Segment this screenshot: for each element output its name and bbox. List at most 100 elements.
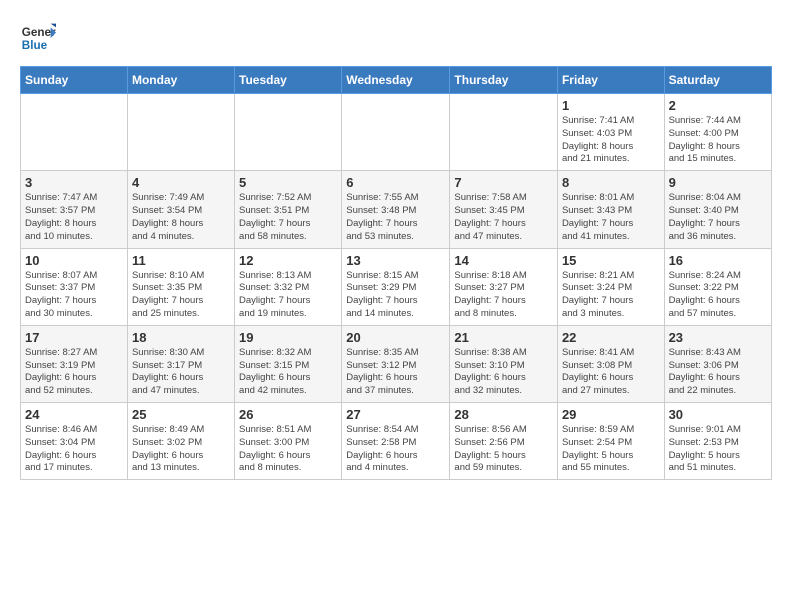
day-info: Sunrise: 8:30 AM Sunset: 3:17 PM Dayligh… — [132, 347, 230, 398]
day-number: 8 — [562, 175, 660, 190]
day-number: 9 — [669, 175, 767, 190]
day-number: 28 — [454, 407, 553, 422]
day-info: Sunrise: 8:27 AM Sunset: 3:19 PM Dayligh… — [25, 347, 123, 398]
day-cell: 8 Sunrise: 8:01 AM Sunset: 3:43 PM Daylig… — [557, 171, 664, 248]
day-number: 5 — [239, 175, 337, 190]
day-number: 30 — [669, 407, 767, 422]
day-number: 20 — [346, 330, 445, 345]
day-info: Sunrise: 8:21 AM Sunset: 3:24 PM Dayligh… — [562, 270, 660, 321]
day-info: Sunrise: 8:10 AM Sunset: 3:35 PM Dayligh… — [132, 270, 230, 321]
day-cell: 12 Sunrise: 8:13 AM Sunset: 3:32 PM Dayli… — [235, 248, 342, 325]
day-cell: 30 Sunrise: 9:01 AM Sunset: 2:53 PM Dayli… — [664, 403, 771, 480]
day-cell: 9 Sunrise: 8:04 AM Sunset: 3:40 PM Daylig… — [664, 171, 771, 248]
week-row-2: 3 Sunrise: 7:47 AM Sunset: 3:57 PM Daylig… — [21, 171, 772, 248]
day-number: 1 — [562, 98, 660, 113]
day-number: 12 — [239, 253, 337, 268]
day-info: Sunrise: 8:13 AM Sunset: 3:32 PM Dayligh… — [239, 270, 337, 321]
day-cell: 7 Sunrise: 7:58 AM Sunset: 3:45 PM Daylig… — [450, 171, 558, 248]
day-number: 3 — [25, 175, 123, 190]
day-info: Sunrise: 8:56 AM Sunset: 2:56 PM Dayligh… — [454, 424, 553, 475]
day-cell: 10Sunrise: 8:07 AM Sunset: 3:37 PM Dayli… — [21, 248, 128, 325]
day-info: Sunrise: 8:59 AM Sunset: 2:54 PM Dayligh… — [562, 424, 660, 475]
day-cell: 14 Sunrise: 8:18 AM Sunset: 3:27 PM Dayli… — [450, 248, 558, 325]
day-number: 27 — [346, 407, 445, 422]
logo-icon: General Blue — [20, 20, 56, 56]
day-info: Sunrise: 9:01 AM Sunset: 2:53 PM Dayligh… — [669, 424, 767, 475]
day-number: 23 — [669, 330, 767, 345]
day-cell: 13 Sunrise: 8:15 AM Sunset: 3:29 PM Dayli… — [342, 248, 450, 325]
day-info: Sunrise: 7:41 AM Sunset: 4:03 PM Dayligh… — [562, 115, 660, 166]
day-number: 17 — [25, 330, 123, 345]
week-row-1: 1 Sunrise: 7:41 AM Sunset: 4:03 PM Daylig… — [21, 94, 772, 171]
day-cell: 6 Sunrise: 7:55 AM Sunset: 3:48 PM Daylig… — [342, 171, 450, 248]
week-row-4: 17 Sunrise: 8:27 AM Sunset: 3:19 PM Dayli… — [21, 325, 772, 402]
day-number: 4 — [132, 175, 230, 190]
day-info: Sunrise: 8:15 AM Sunset: 3:29 PM Dayligh… — [346, 270, 445, 321]
day-info: Sunrise: 8:18 AM Sunset: 3:27 PM Dayligh… — [454, 270, 553, 321]
weekday-header-sunday: Sunday — [21, 67, 128, 94]
day-cell: 20 Sunrise: 8:35 AM Sunset: 3:12 PM Dayli… — [342, 325, 450, 402]
day-info: Sunrise: 7:49 AM Sunset: 3:54 PM Dayligh… — [132, 192, 230, 243]
weekday-header-thursday: Thursday — [450, 67, 558, 94]
day-info: Sunrise: 8:24 AM Sunset: 3:22 PM Dayligh… — [669, 270, 767, 321]
weekday-header-monday: Monday — [127, 67, 234, 94]
weekday-header-saturday: Saturday — [664, 67, 771, 94]
day-cell: 3 Sunrise: 7:47 AM Sunset: 3:57 PM Daylig… — [21, 171, 128, 248]
week-row-3: 10Sunrise: 8:07 AM Sunset: 3:37 PM Dayli… — [21, 248, 772, 325]
calendar-table: SundayMondayTuesdayWednesdayThursdayFrid… — [20, 66, 772, 480]
day-info: Sunrise: 8:54 AM Sunset: 2:58 PM Dayligh… — [346, 424, 445, 475]
day-cell: 24Sunrise: 8:46 AM Sunset: 3:04 PM Dayli… — [21, 403, 128, 480]
day-number: 25 — [132, 407, 230, 422]
day-number: 29 — [562, 407, 660, 422]
logo: General Blue — [20, 20, 56, 56]
day-number: 26 — [239, 407, 337, 422]
day-cell: 1 Sunrise: 7:41 AM Sunset: 4:03 PM Daylig… — [557, 94, 664, 171]
svg-text:Blue: Blue — [22, 39, 48, 52]
day-cell: 29 Sunrise: 8:59 AM Sunset: 2:54 PM Dayli… — [557, 403, 664, 480]
day-cell: 17 Sunrise: 8:27 AM Sunset: 3:19 PM Dayli… — [21, 325, 128, 402]
day-info: Sunrise: 8:07 AM Sunset: 3:37 PM Dayligh… — [25, 270, 123, 321]
day-cell: 5 Sunrise: 7:52 AM Sunset: 3:51 PM Daylig… — [235, 171, 342, 248]
day-info: Sunrise: 8:35 AM Sunset: 3:12 PM Dayligh… — [346, 347, 445, 398]
day-info: Sunrise: 8:49 AM Sunset: 3:02 PM Dayligh… — [132, 424, 230, 475]
day-info: Sunrise: 8:01 AM Sunset: 3:43 PM Dayligh… — [562, 192, 660, 243]
day-info: Sunrise: 8:38 AM Sunset: 3:10 PM Dayligh… — [454, 347, 553, 398]
weekday-header-friday: Friday — [557, 67, 664, 94]
weekday-header-tuesday: Tuesday — [235, 67, 342, 94]
day-number: 2 — [669, 98, 767, 113]
day-number: 11 — [132, 253, 230, 268]
day-info: Sunrise: 7:47 AM Sunset: 3:57 PM Dayligh… — [25, 192, 123, 243]
day-cell: 4 Sunrise: 7:49 AM Sunset: 3:54 PM Daylig… — [127, 171, 234, 248]
day-number: 13 — [346, 253, 445, 268]
day-info: Sunrise: 8:51 AM Sunset: 3:00 PM Dayligh… — [239, 424, 337, 475]
day-number: 24 — [25, 407, 123, 422]
day-cell — [450, 94, 558, 171]
day-number: 19 — [239, 330, 337, 345]
day-cell: 2 Sunrise: 7:44 AM Sunset: 4:00 PM Daylig… — [664, 94, 771, 171]
day-info: Sunrise: 7:55 AM Sunset: 3:48 PM Dayligh… — [346, 192, 445, 243]
day-cell: 18 Sunrise: 8:30 AM Sunset: 3:17 PM Dayli… — [127, 325, 234, 402]
day-number: 15 — [562, 253, 660, 268]
day-number: 21 — [454, 330, 553, 345]
day-number: 14 — [454, 253, 553, 268]
day-number: 16 — [669, 253, 767, 268]
day-cell: 27 Sunrise: 8:54 AM Sunset: 2:58 PM Dayli… — [342, 403, 450, 480]
day-cell: 16 Sunrise: 8:24 AM Sunset: 3:22 PM Dayli… — [664, 248, 771, 325]
day-cell: 15 Sunrise: 8:21 AM Sunset: 3:24 PM Dayli… — [557, 248, 664, 325]
day-cell: 11 Sunrise: 8:10 AM Sunset: 3:35 PM Dayli… — [127, 248, 234, 325]
day-info: Sunrise: 7:52 AM Sunset: 3:51 PM Dayligh… — [239, 192, 337, 243]
day-info: Sunrise: 8:41 AM Sunset: 3:08 PM Dayligh… — [562, 347, 660, 398]
day-info: Sunrise: 7:58 AM Sunset: 3:45 PM Dayligh… — [454, 192, 553, 243]
day-info: Sunrise: 7:44 AM Sunset: 4:00 PM Dayligh… — [669, 115, 767, 166]
day-cell: 25 Sunrise: 8:49 AM Sunset: 3:02 PM Dayli… — [127, 403, 234, 480]
day-info: Sunrise: 8:04 AM Sunset: 3:40 PM Dayligh… — [669, 192, 767, 243]
day-number: 18 — [132, 330, 230, 345]
day-number: 7 — [454, 175, 553, 190]
day-cell: 21 Sunrise: 8:38 AM Sunset: 3:10 PM Dayli… — [450, 325, 558, 402]
day-cell: 19Sunrise: 8:32 AM Sunset: 3:15 PM Dayli… — [235, 325, 342, 402]
day-cell: 26 Sunrise: 8:51 AM Sunset: 3:00 PM Dayli… — [235, 403, 342, 480]
week-row-5: 24Sunrise: 8:46 AM Sunset: 3:04 PM Dayli… — [21, 403, 772, 480]
day-number: 6 — [346, 175, 445, 190]
weekday-header-wednesday: Wednesday — [342, 67, 450, 94]
day-cell — [235, 94, 342, 171]
